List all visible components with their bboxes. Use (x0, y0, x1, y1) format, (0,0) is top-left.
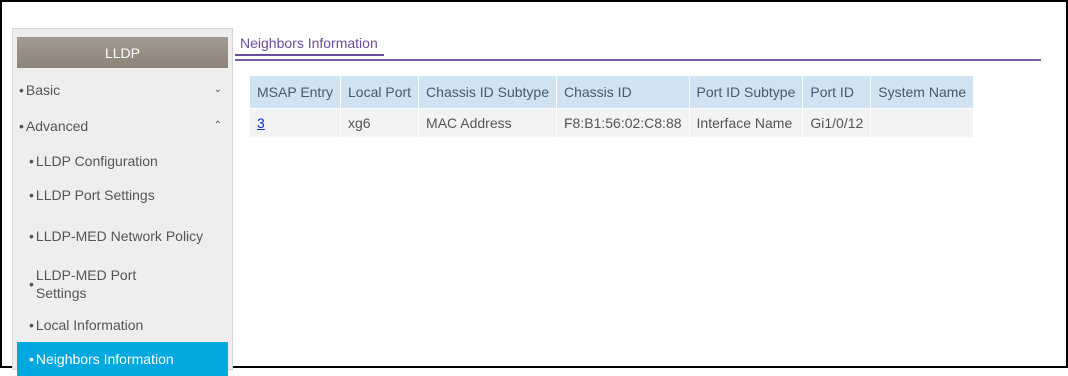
tab-underline (235, 59, 1041, 61)
column-header: Local Port (341, 76, 419, 108)
bullet-icon: • (29, 276, 34, 292)
bullet-icon: • (29, 228, 34, 244)
neighbors-table: MSAP Entry Local Port Chassis ID Subtype… (249, 75, 974, 138)
sidebar-menu: • Basic ⌄ • Advanced ⌃ • LLDP Configuration… (17, 72, 228, 376)
chassis-id-subtype-cell: MAC Address (419, 109, 556, 137)
system-name-cell (871, 109, 974, 137)
tab-neighbors-information[interactable]: Neighbors Information (235, 31, 384, 56)
sidebar-item-label: Local Information (35, 317, 144, 333)
sidebar-item-lldp-med-network-policy[interactable]: • LLDP-MED Network Policy (17, 212, 228, 260)
port-id-cell: Gi1/0/12 (803, 109, 871, 137)
chevron-up-icon[interactable]: ⌃ (214, 117, 222, 135)
sidebar-item-lldp-configuration[interactable]: • LLDP Configuration (17, 144, 228, 178)
sidebar-item-lldp-med-port-settings[interactable]: • LLDP-MED Port Settings (17, 260, 228, 308)
sidebar-item-label: Neighbors Information (35, 351, 174, 367)
bullet-icon: • (19, 82, 24, 98)
bullet-icon: • (29, 153, 34, 169)
bullet-icon: • (29, 351, 34, 367)
bullet-icon: • (29, 317, 34, 333)
sidebar-item-label: LLDP-MED Port Settings (35, 267, 137, 301)
sidebar-title: LLDP (17, 37, 228, 68)
column-header: Chassis ID (557, 76, 689, 108)
column-header: Port ID Subtype (689, 76, 803, 108)
msap-entry-cell: 3 (250, 109, 340, 137)
chevron-down-icon[interactable]: ⌄ (214, 81, 222, 99)
sidebar-item-neighbors-information[interactable]: • Neighbors Information (17, 342, 228, 376)
column-header: Chassis ID Subtype (419, 76, 556, 108)
menu-advanced-label: Advanced (25, 118, 89, 134)
menu-advanced[interactable]: • Advanced ⌃ (17, 108, 228, 144)
bullet-icon: • (19, 118, 24, 134)
main-content: Neighbors Information MSAP Entry Local P… (235, 31, 1055, 137)
table-header-row: MSAP Entry Local Port Chassis ID Subtype… (250, 76, 974, 108)
port-id-subtype-cell: Interface Name (689, 109, 803, 137)
msap-entry-link[interactable]: 3 (257, 115, 265, 131)
sidebar-item-label: LLDP-MED Network Policy (35, 228, 204, 244)
sidebar: LLDP • Basic ⌄ • Advanced ⌃ • LLDP Configur… (12, 28, 233, 376)
local-port-cell: xg6 (341, 109, 419, 137)
chassis-id-cell: F8:B1:56:02:C8:88 (557, 109, 689, 137)
sidebar-item-lldp-port-settings[interactable]: • LLDP Port Settings (17, 178, 228, 212)
table-row: 3 xg6 MAC Address F8:B1:56:02:C8:88 Inte… (250, 109, 974, 137)
column-header: MSAP Entry (250, 76, 340, 108)
bullet-icon: • (29, 187, 34, 203)
sidebar-item-local-information[interactable]: • Local Information (17, 308, 228, 342)
column-header: Port ID (803, 76, 871, 108)
menu-basic[interactable]: • Basic ⌄ (17, 72, 228, 108)
sidebar-item-label: LLDP Port Settings (35, 187, 155, 203)
column-header: System Name (871, 76, 974, 108)
sidebar-item-label: LLDP Configuration (35, 153, 158, 169)
menu-basic-label: Basic (25, 82, 61, 98)
